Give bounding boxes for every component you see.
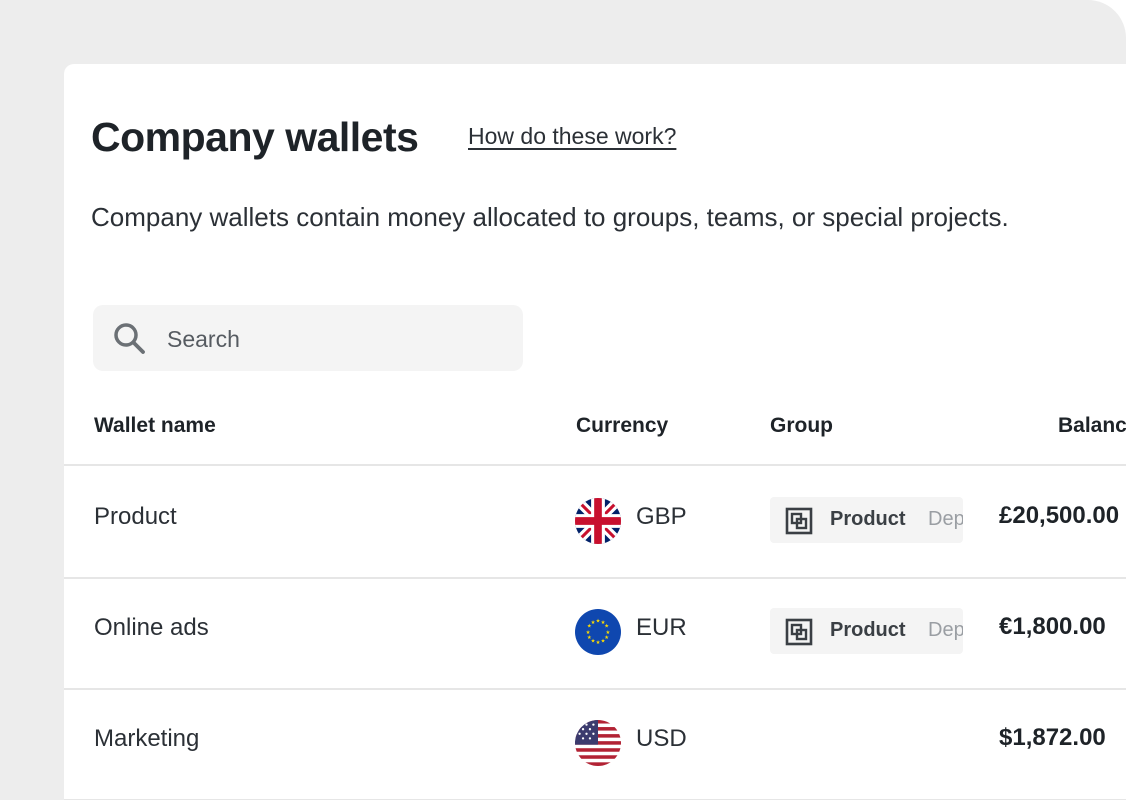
table-row[interactable]: Online ads ★ ★ ★ ★ ★ ★ ★ ★ ★ ★ ★ ★ EUR P… (64, 577, 1126, 690)
currency-code: GBP (636, 503, 687, 530)
page-description: Company wallets contain money allocated … (91, 202, 1009, 232)
uk-flag-icon (575, 498, 621, 544)
group-name: Product (830, 508, 906, 530)
balance: £20,500.00 (999, 502, 1120, 529)
group-type: Dep (928, 508, 963, 530)
eu-flag-icon: ★ ★ ★ ★ ★ ★ ★ ★ ★ ★ ★ ★ (575, 609, 621, 655)
balance: €1,800.00 (999, 613, 1106, 640)
wallet-name: Product (94, 503, 177, 530)
search-box[interactable] (93, 305, 523, 373)
search-icon (114, 323, 145, 354)
help-link[interactable]: How do these work? (468, 123, 676, 150)
svg-text:★: ★ (591, 620, 596, 626)
wallets-card: Company wallets How do these work? Compa… (64, 64, 1126, 800)
group-chip[interactable]: Product Dep (770, 497, 963, 543)
svg-text:★: ★ (596, 640, 601, 646)
group-type: Dep (928, 619, 963, 641)
currency-code: USD (636, 725, 687, 752)
wallet-name: Online ads (94, 614, 209, 641)
column-header-wallet-name[interactable]: Wallet name (94, 414, 216, 438)
table-row[interactable]: Marketing USD $1,872.00 (64, 688, 1126, 800)
column-header-group[interactable]: Group (770, 414, 833, 438)
group-icon (785, 507, 813, 535)
currency-code: EUR (636, 614, 687, 641)
svg-text:★: ★ (586, 630, 591, 636)
page-title: Company wallets (91, 114, 419, 160)
column-header-currency[interactable]: Currency (576, 414, 668, 438)
wallet-name: Marketing (94, 725, 200, 752)
table-row[interactable]: Product GBP Product Dep £20,500.00 (64, 466, 1126, 579)
column-header-balance[interactable]: Balance (1058, 414, 1126, 438)
balance: $1,872.00 (999, 724, 1106, 751)
svg-text:★: ★ (601, 639, 606, 645)
search-input[interactable] (165, 305, 509, 373)
group-chip[interactable]: Product Dep (770, 608, 963, 654)
group-icon (785, 618, 813, 646)
app-frame: Company wallets How do these work? Compa… (0, 0, 1126, 800)
group-name: Product (830, 619, 906, 641)
us-flag-icon (575, 720, 621, 766)
svg-text:★: ★ (604, 623, 609, 629)
